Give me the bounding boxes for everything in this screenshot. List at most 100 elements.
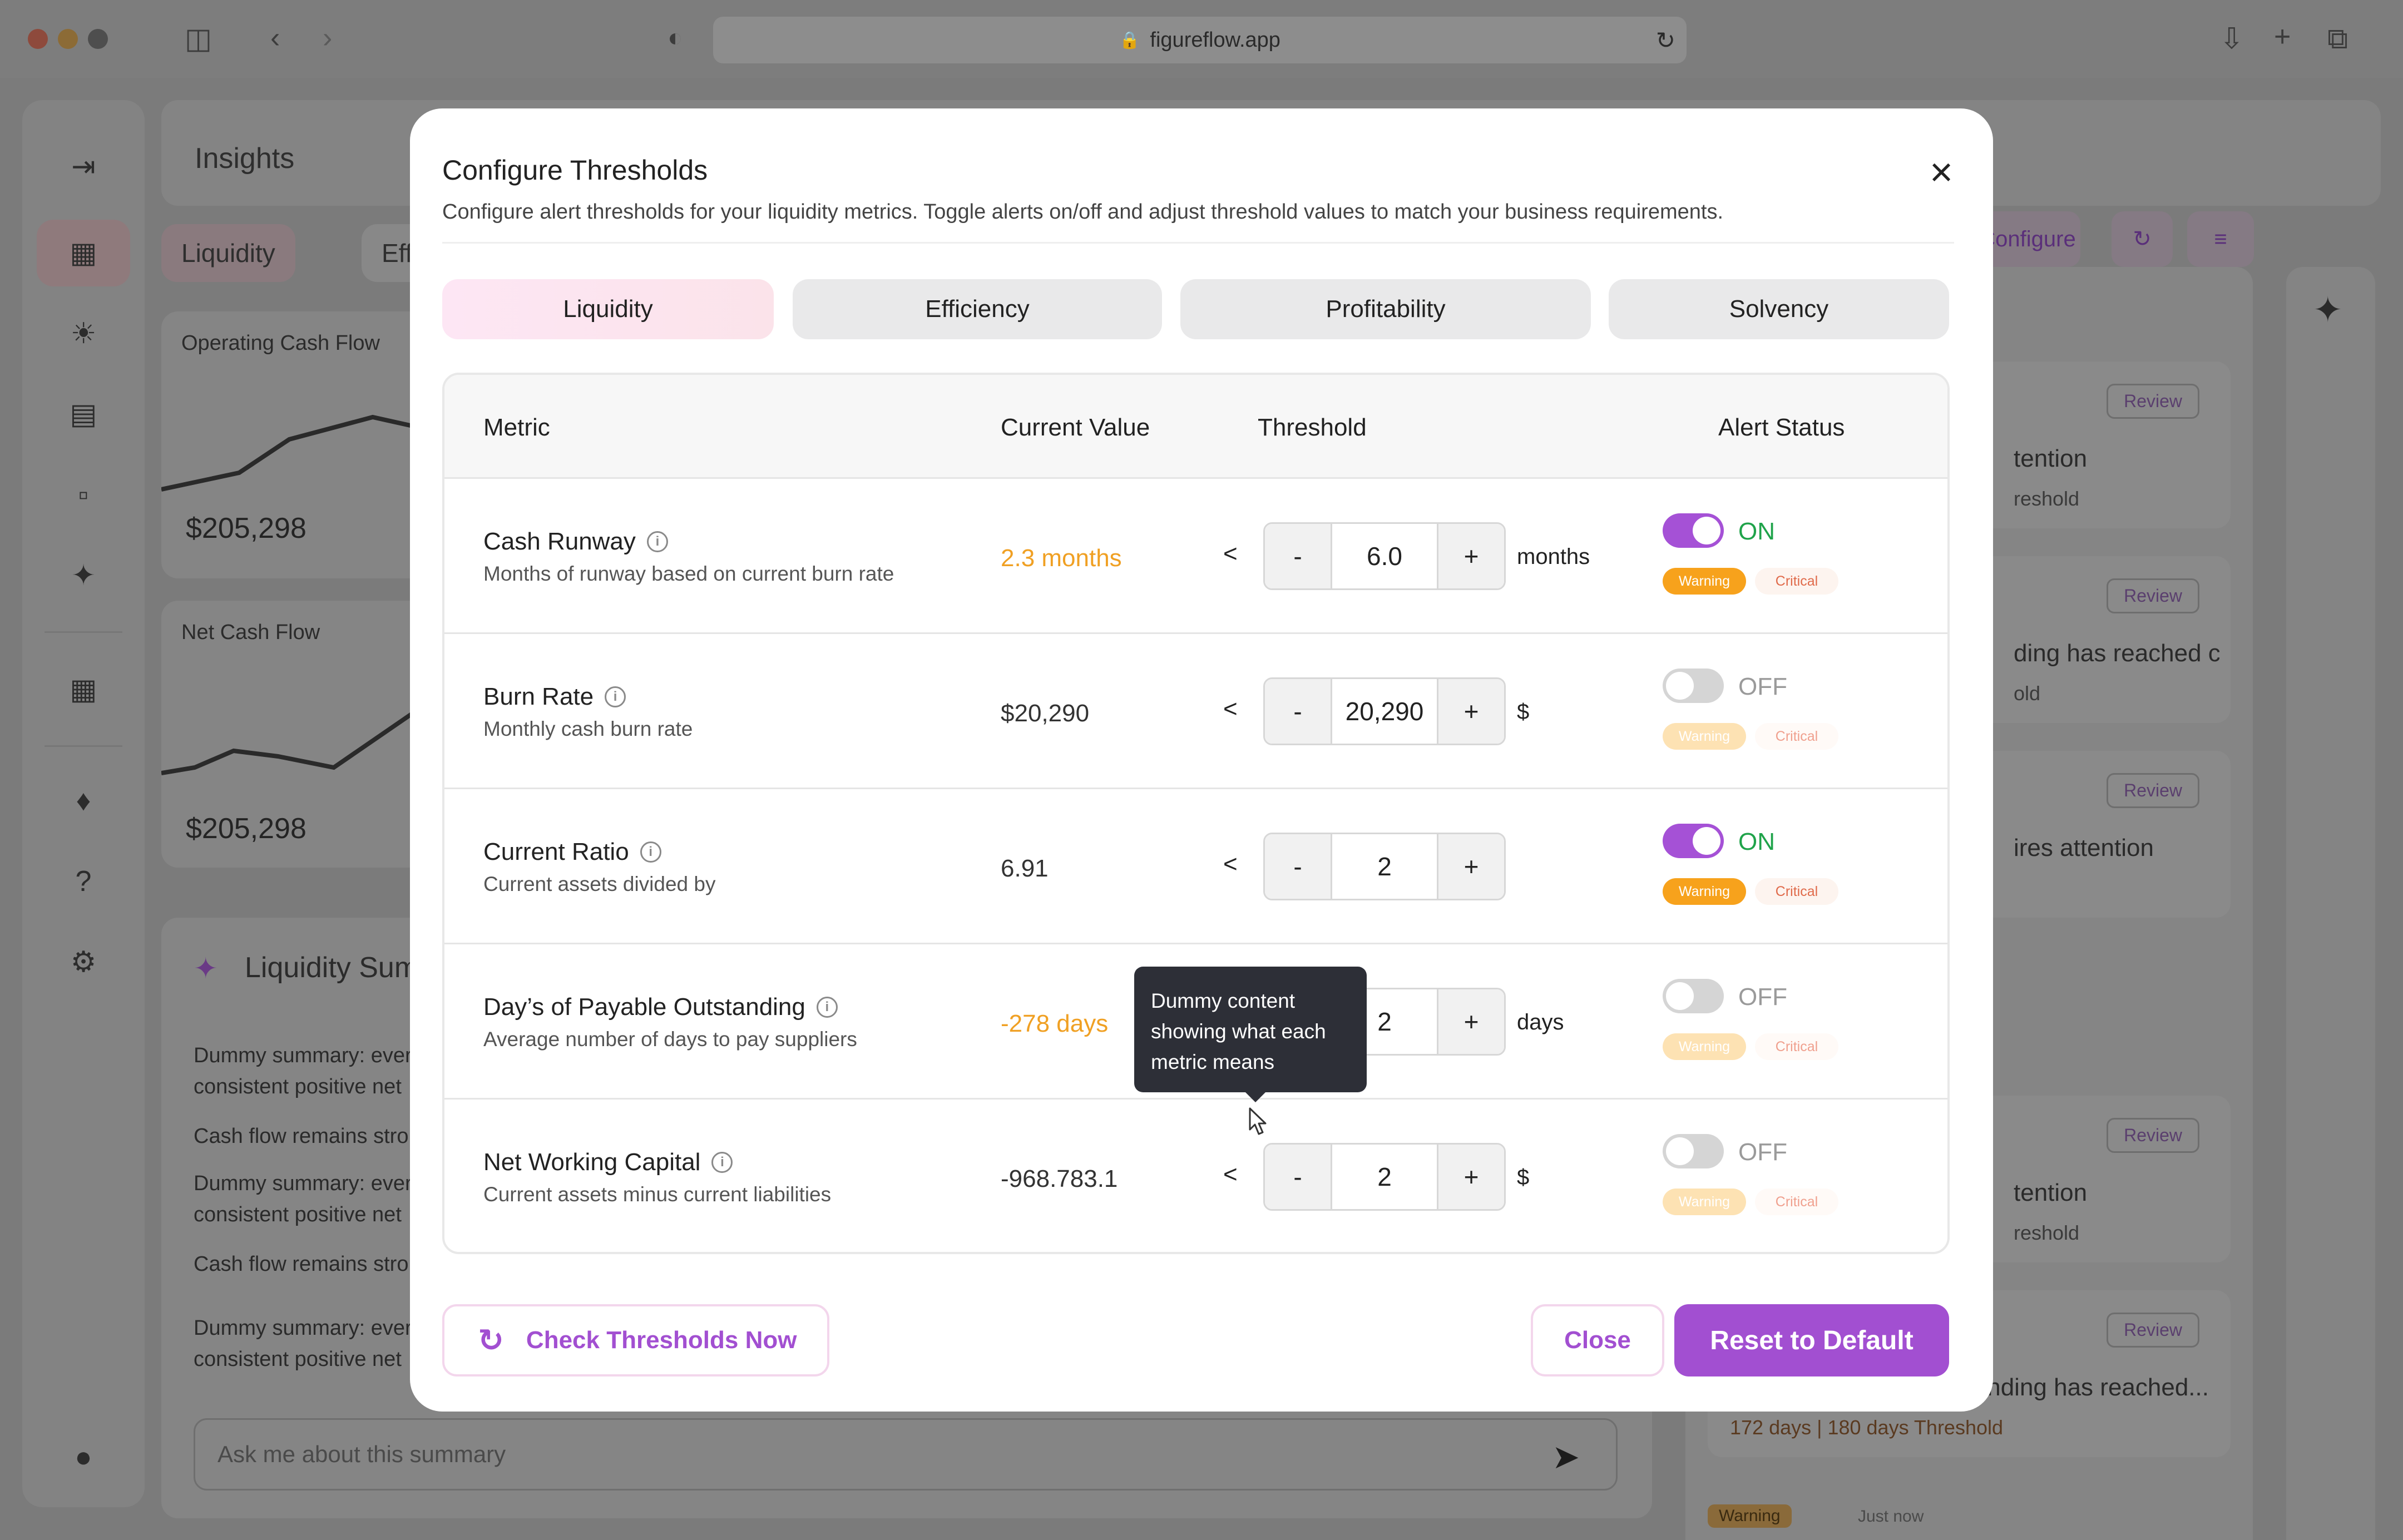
sidebar-toggle-icon[interactable]: ◫ [185,24,212,53]
bell-icon[interactable]: ♦ [37,767,130,834]
tab-efficiency[interactable]: Efficiency [793,279,1162,339]
alert-toggle[interactable] [1663,1134,1724,1168]
close-icon[interactable]: × [1916,147,1966,197]
filter-icon[interactable]: ≡ [2187,211,2254,267]
alert-state: ON [1738,828,1775,855]
decrement-button[interactable]: - [1265,1145,1331,1209]
new-tab-icon[interactable]: + [2274,22,2291,51]
critical-badge[interactable]: Critical [1755,1033,1838,1060]
configure-thresholds-modal: Configure Thresholds Configure alert thr… [410,108,1993,1412]
threshold-stepper: - 20,290 + [1263,677,1506,745]
info-icon[interactable]: i [711,1152,733,1173]
warning-badge[interactable]: Warning [1663,568,1746,595]
metric-label: Net Working Capital [483,1148,701,1176]
info-icon[interactable]: i [605,686,626,707]
warning-badge[interactable]: Warning [1663,1189,1746,1215]
threshold-input[interactable]: 6.0 [1331,524,1438,588]
alert-sub: 172 days | 180 days Threshold [1730,1416,2004,1439]
close-window-dot[interactable] [28,29,48,49]
info-icon[interactable]: i [816,997,838,1018]
card-label: Net Cash Flow [181,621,320,644]
reload-icon[interactable]: ↻ [1656,27,1675,54]
review-button[interactable]: Review [2107,1313,2199,1348]
address-bar[interactable]: 🔒 figureflow.app ↻ [713,17,1687,63]
tab-profitability[interactable]: Profitability [1180,279,1591,339]
integrations-icon[interactable]: ▦ [37,656,130,723]
alert-toggle[interactable] [1663,979,1724,1013]
increment-button[interactable]: + [1438,989,1504,1054]
metric-description: Months of runway based on current burn r… [483,562,894,585]
metric-name: Net Working Capital i [483,1148,733,1176]
divider [442,242,1954,244]
reset-to-default-button[interactable]: Reset to Default [1674,1304,1949,1376]
threshold-input[interactable]: 2 [1331,834,1438,899]
alert-toggle[interactable] [1663,513,1724,548]
critical-badge[interactable]: Critical [1755,723,1838,750]
metric-description: Average number of days to pay suppliers [483,1028,857,1051]
metric-description: Monthly cash burn rate [483,717,693,740]
current-value: -278 days [1001,1010,1109,1037]
help-icon[interactable]: ? [37,848,130,915]
close-button[interactable]: Close [1531,1304,1664,1376]
metric-description: Current assets divided by [483,873,716,895]
review-button[interactable]: Review [2107,1118,2199,1153]
zoom-window-dot[interactable] [88,29,108,49]
ai-sparkle-icon[interactable]: ✦ [2313,289,2343,331]
current-value: -968.783.1 [1001,1165,1118,1192]
alert-toggle[interactable] [1663,824,1724,858]
tab-liquidity[interactable]: Liquidity [442,279,774,339]
warning-badge[interactable]: Warning [1663,723,1746,750]
minimize-window-dot[interactable] [58,29,78,49]
review-button[interactable]: Review [2107,578,2199,613]
insights-bulb-icon[interactable]: ☀ [37,300,130,367]
critical-badge[interactable]: Critical [1755,878,1838,905]
alert-state: OFF [1738,983,1787,1011]
threshold-operator: < [1223,695,1238,722]
download-icon[interactable]: ⇩ [2219,24,2244,53]
ask-summary-input[interactable]: Ask me about this summary [194,1418,1618,1491]
increment-button[interactable]: + [1438,834,1504,899]
threshold-operator: < [1223,540,1238,567]
increment-button[interactable]: + [1438,1145,1504,1209]
alert-toggle[interactable] [1663,669,1724,703]
back-icon[interactable]: ‹ [270,23,280,52]
decrement-button[interactable]: - [1265,834,1331,899]
tab-liquidity[interactable]: Liquidity [161,224,295,282]
increment-button[interactable]: + [1438,524,1504,588]
settings-gear-icon[interactable]: ⚙ [37,929,130,996]
threshold-input[interactable]: 2 [1331,1145,1438,1209]
reports-chart-icon[interactable]: ▤ [37,381,130,448]
critical-badge[interactable]: Critical [1755,568,1838,595]
check-thresholds-button[interactable]: ↻ Check Thresholds Now [442,1304,829,1376]
forward-icon[interactable]: › [323,23,332,52]
alert-state: OFF [1738,1138,1787,1166]
tabs-overview-icon[interactable]: ⧉ [2327,24,2348,53]
url-text: figureflow.app [1150,28,1280,52]
increment-button[interactable]: + [1438,679,1504,744]
table-header: Metric Current Value Threshold Alert Sta… [444,375,1947,479]
user-avatar-icon[interactable]: ● [37,1424,130,1491]
send-icon[interactable]: ➤ [1552,1438,1580,1477]
toggle-knob [1666,982,1694,1010]
table-row: Burn Rate i Monthly cash burn rate $20,29… [444,634,1947,789]
review-button[interactable]: Review [2107,384,2199,419]
dashboard-icon[interactable]: ▦ [37,220,130,286]
critical-badge[interactable]: Critical [1755,1189,1838,1215]
info-icon[interactable]: i [646,531,668,552]
warning-badge: Warning [1708,1504,1792,1528]
column-metric: Metric [483,414,550,441]
alert-state: ON [1738,518,1775,545]
decrement-button[interactable]: - [1265,679,1331,744]
refresh-icon[interactable]: ↻ [2112,211,2173,267]
document-icon[interactable]: ▫ [37,462,130,528]
tab-solvency[interactable]: Solvency [1609,279,1949,339]
warning-badge[interactable]: Warning [1663,1033,1746,1060]
rail-divider [44,745,122,747]
review-button[interactable]: Review [2107,773,2199,808]
ai-sparkle-icon[interactable]: ✦ [37,542,130,609]
collapse-sidebar-icon[interactable]: ⇥ [37,133,130,200]
threshold-input[interactable]: 20,290 [1331,679,1438,744]
warning-badge[interactable]: Warning [1663,878,1746,905]
info-icon[interactable]: i [640,841,661,863]
decrement-button[interactable]: - [1265,524,1331,588]
